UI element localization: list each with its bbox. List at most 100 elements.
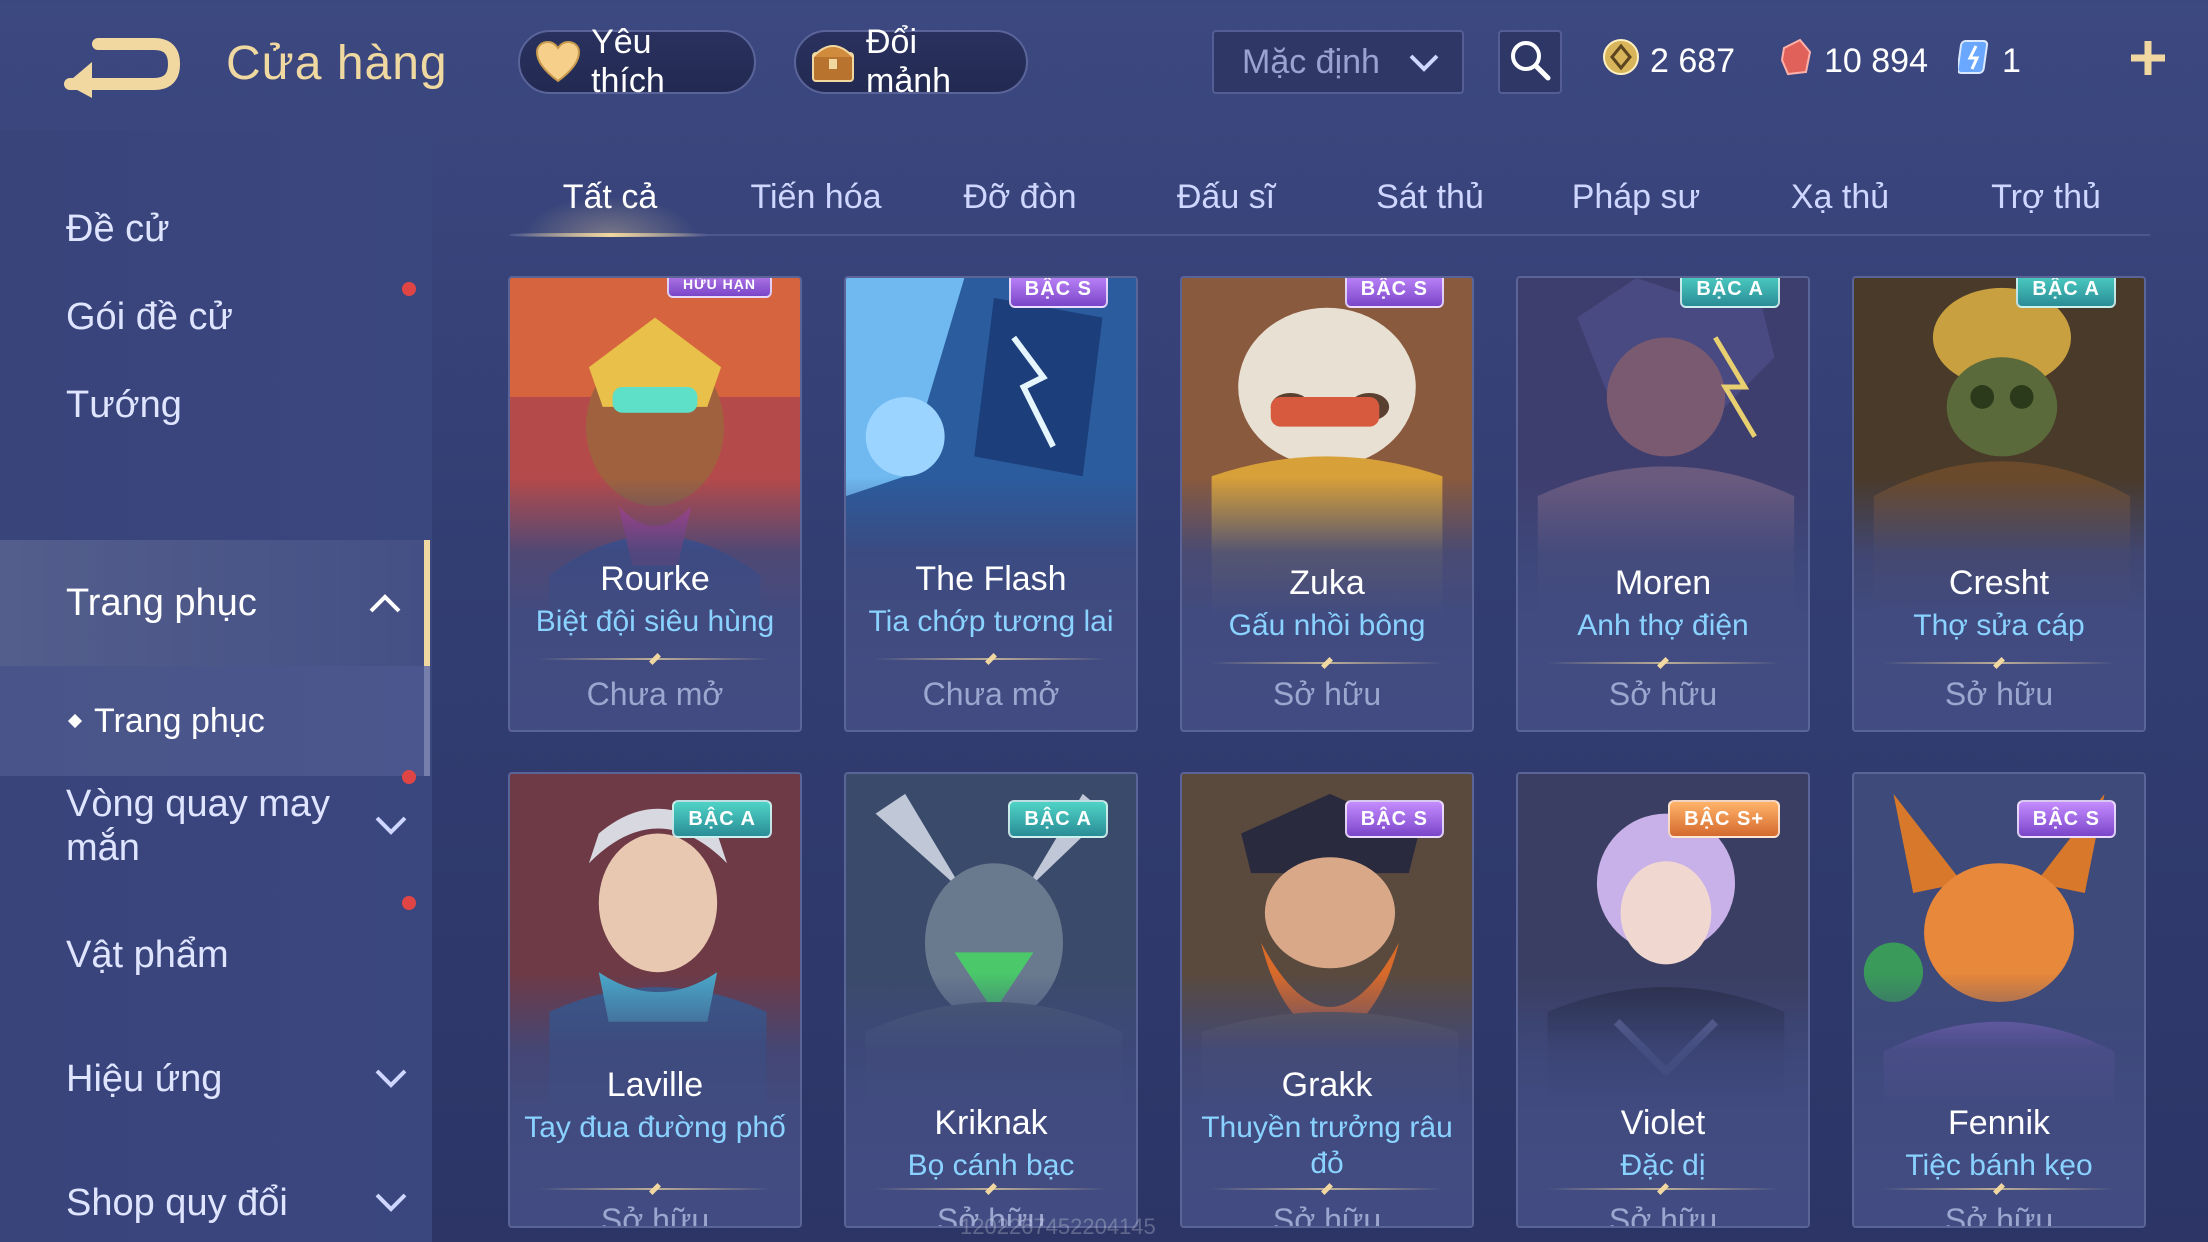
ownership-status: Sở hữu: [1944, 676, 2054, 712]
tier-badge: BẬC A: [2016, 278, 2116, 308]
tab-support[interactable]: Trợ thủ: [1948, 160, 2144, 234]
tier-badge: BẬC A: [1680, 278, 1780, 308]
skin-card-violet[interactable]: BẬC S+ Violet Đặc dị Sở hữu: [1516, 772, 1810, 1228]
ownership-status: Sở hữu: [1608, 676, 1718, 712]
ownership-status: Sở hữu: [1272, 676, 1382, 712]
tab-fighter[interactable]: Đấu sĩ: [1128, 160, 1324, 234]
divider: [538, 1188, 772, 1190]
favorite-label: Yêu thích: [591, 23, 665, 100]
skin-card-rourke[interactable]: HỮU HẠN Rourke Biệt đội siêu hùng Chưa m…: [508, 276, 802, 732]
divider: [1210, 662, 1444, 664]
divider: [538, 658, 772, 660]
sidebar-item-exchange-shop[interactable]: Shop quy đổi: [0, 1142, 430, 1242]
sidebar-item-label: Vật phẩm: [66, 933, 229, 976]
voucher-icon: [1778, 38, 1814, 85]
search-icon: [1508, 38, 1552, 87]
ownership-status: Chưa mở: [922, 676, 1060, 712]
notification-dot: [402, 282, 416, 296]
voucher-currency: 10 894: [1778, 34, 1928, 88]
tab-mage[interactable]: Pháp sư: [1538, 160, 1734, 234]
sidebar-item-label: Gói đề cử: [66, 295, 233, 338]
skin-name: Gấu nhồi bông: [1228, 609, 1426, 642]
hero-name: Cresht: [1948, 564, 2050, 602]
divider: [1546, 1188, 1780, 1190]
ownership-status: Chưa mở: [586, 676, 724, 712]
notification-dot: [402, 896, 416, 910]
tier-badge: BẬC A: [1008, 800, 1108, 838]
sidebar-item-label: Đề cử: [66, 207, 170, 250]
skin-card-cresht[interactable]: BẬC A Cresht Thợ sửa cáp Sở hữu: [1852, 276, 2146, 732]
tab-tank[interactable]: Đỡ đòn: [922, 160, 1118, 234]
role-tabs: Tất cả Tiến hóa Đỡ đòn Đấu sĩ Sát thủ Ph…: [510, 160, 2150, 237]
hero-name: Fennik: [1947, 1104, 2051, 1142]
skin-card-moren[interactable]: BẬC A Moren Anh thợ điện Sở hữu: [1516, 276, 1810, 732]
skin-name: Tia chớp tương lai: [868, 605, 1114, 638]
page-title: Cửa hàng: [226, 37, 448, 90]
tier-badge: BẬC S: [1344, 278, 1444, 308]
divider: [1882, 662, 2116, 664]
sort-dropdown[interactable]: Mặc định: [1212, 30, 1464, 94]
tier-badge: HỮU HẠN: [666, 278, 772, 298]
treasure-chest-icon: [810, 38, 856, 86]
sidebar-item-label: Hiệu ứng: [66, 1057, 223, 1100]
watermark-id: 1202267452204145: [960, 1214, 1156, 1239]
gold-amount: 2 687: [1650, 41, 1736, 80]
skin-name: Đặc dị: [1620, 1149, 1706, 1182]
ownership-status: Sở hữu: [1272, 1202, 1382, 1228]
exchange-shards-button[interactable]: Đổi mảnh: [794, 23, 1028, 100]
tab-all[interactable]: Tất cả: [512, 160, 708, 237]
skin-name: Bọ cánh bạc: [907, 1149, 1075, 1182]
top-bar: Cửa hàng Yêu thích Đổi mảnh Mặc định 2 6…: [0, 0, 2208, 130]
search-button[interactable]: [1498, 30, 1562, 94]
hero-name: Violet: [1620, 1104, 1706, 1142]
tier-badge: BẬC S: [2016, 800, 2116, 838]
notification-dot: [402, 770, 416, 784]
hero-name: Moren: [1614, 564, 1712, 602]
sidebar-item-label: Shop quy đổi: [66, 1181, 288, 1224]
sidebar-subitem-skins[interactable]: Trang phục: [0, 666, 430, 776]
skin-name: Thợ sửa cáp: [1913, 609, 2085, 642]
favorite-button[interactable]: Yêu thích: [518, 23, 756, 100]
skin-name: Thuyền trưởng râu đỏ: [1201, 1111, 1453, 1180]
gem-amount: 1: [2002, 41, 2021, 80]
divider: [1546, 662, 1780, 664]
gold-coin-icon: [1602, 38, 1640, 85]
tab-assassin[interactable]: Sát thủ: [1332, 160, 1528, 234]
hero-name: Kriknak: [934, 1104, 1048, 1142]
skin-name: Tiệc bánh kẹo: [1905, 1149, 2093, 1182]
divider: [1882, 1188, 2116, 1190]
tab-marksman[interactable]: Xạ thủ: [1742, 160, 1938, 234]
sidebar-item-effects[interactable]: Hiệu ứng: [0, 1018, 430, 1140]
sidebar-item-lucky-spin[interactable]: Vòng quay may mắn: [0, 764, 430, 888]
skin-name: Biệt đội siêu hùng: [535, 605, 775, 638]
skin-card-laville[interactable]: BẬC A Laville Tay đua đường phố Sở hữu: [508, 772, 802, 1228]
add-currency-button[interactable]: [2118, 30, 2178, 90]
sidebar-subitem-label: Trang phục: [94, 701, 265, 740]
sort-value: Mặc định: [1242, 42, 1380, 81]
skin-card-zuka[interactable]: BẬC S Zuka Gấu nhồi bông Sở hữu: [1180, 276, 1474, 732]
hero-name: Rourke: [600, 560, 710, 598]
plus-icon: [2128, 38, 2168, 83]
skin-name: Anh thợ điện: [1577, 609, 1749, 642]
sidebar-item-heroes[interactable]: Tướng: [0, 344, 430, 466]
skin-card-kriknak[interactable]: BẬC A Kriknak Bọ cánh bạc Sở hữu: [844, 772, 1138, 1228]
tab-evolution[interactable]: Tiến hóa: [718, 160, 914, 234]
voucher-amount: 10 894: [1824, 41, 1928, 80]
chevron-up-icon: [369, 594, 401, 613]
skin-card-the-flash[interactable]: BẬC S The Flash Tia chớp tương lai Chưa …: [844, 276, 1138, 732]
sidebar-item-skins[interactable]: Trang phục: [0, 540, 430, 666]
skin-card-fennik[interactable]: BẬC S Fennik Tiệc bánh kẹo Sở hữu: [1852, 772, 2146, 1228]
sidebar: Đề cử Gói đề cử Tướng Trang phục Trang p…: [0, 130, 432, 1242]
tier-badge: BẬC A: [672, 800, 772, 838]
chevron-down-icon: [375, 1069, 407, 1088]
hero-name: Zuka: [1289, 564, 1365, 602]
sidebar-item-items[interactable]: Vật phẩm: [0, 894, 430, 1016]
tier-badge: BẬC S: [1344, 800, 1444, 838]
hero-name: Laville: [606, 1066, 704, 1104]
skin-card-grakk[interactable]: BẬC S Grakk Thuyền trưởng râu đỏ Sở hữu: [1180, 772, 1474, 1228]
hero-name: The Flash: [915, 560, 1067, 598]
back-arrow-icon[interactable]: [62, 36, 182, 102]
chevron-down-icon: [375, 816, 407, 835]
gem-currency: 1: [1956, 34, 2021, 88]
ownership-status: Sở hữu: [1944, 1202, 2054, 1228]
